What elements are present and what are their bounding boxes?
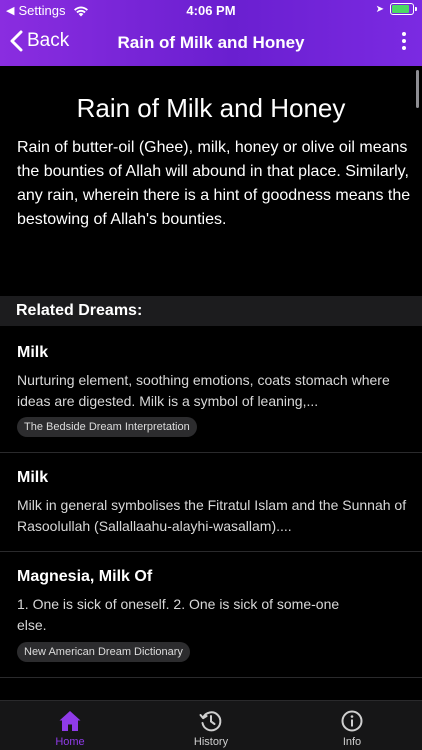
tab-info[interactable]: Info [282,701,422,750]
tab-info-label: Info [342,736,362,748]
status-time: 4:06 PM [186,3,236,18]
related-dream-name: Milk [17,344,49,361]
tab-home-label: Home [55,736,85,748]
history-icon [199,711,222,732]
nav-title: Rain of Milk and Honey [117,33,305,52]
battery-icon [390,3,417,15]
more-options-icon[interactable] [400,32,408,54]
home-icon [59,711,81,731]
tab-bar: Home History Info [0,700,422,750]
related-dream-text: Nurturing element, soothing emotions, co… [17,372,390,409]
tab-history-label: History [193,736,229,748]
article-heading: Rain of Milk and Honey [76,93,346,123]
navigation-bar: Back Rain of Milk and Honey [0,22,422,66]
tab-home[interactable]: Home [0,701,140,750]
related-dream-text: Milk in general symbolises the Fitratul … [17,497,407,534]
info-icon [341,710,363,732]
location-icon: ➤ [375,3,384,15]
content-scroll[interactable]: Rain of Milk and Honey Rain of butter-oi… [0,66,422,700]
related-dream-item[interactable]: Milk Nurturing element, soothing emotion… [0,327,422,453]
related-dream-item[interactable]: Magnesia, Milk Of 1. One is sick of ones… [0,552,422,678]
related-dream-name: Milk [17,469,49,486]
status-bar: ◀ Settings 4:06 PM ➤ [0,0,422,22]
related-dream-item[interactable]: Milk Milk in general symbolises the Fitr… [0,453,422,552]
source-tag: The Bedside Dream Interpretation [17,417,197,437]
related-dreams-label: Related Dreams: [16,302,143,319]
related-dream-text: 1. One is sick of oneself. 2. One is sic… [17,596,340,633]
article-body: Rain of butter-oil (Ghee), milk, honey o… [17,139,411,228]
related-dream-name: Magnesia, Milk Of [17,568,153,585]
source-tag: New American Dream Dictionary [17,642,190,662]
top-bar: ◀ Settings 4:06 PM ➤ Back Rain of Milk a… [0,0,422,66]
related-dreams-header: Related Dreams: [0,296,422,326]
tab-history[interactable]: History [141,701,281,750]
